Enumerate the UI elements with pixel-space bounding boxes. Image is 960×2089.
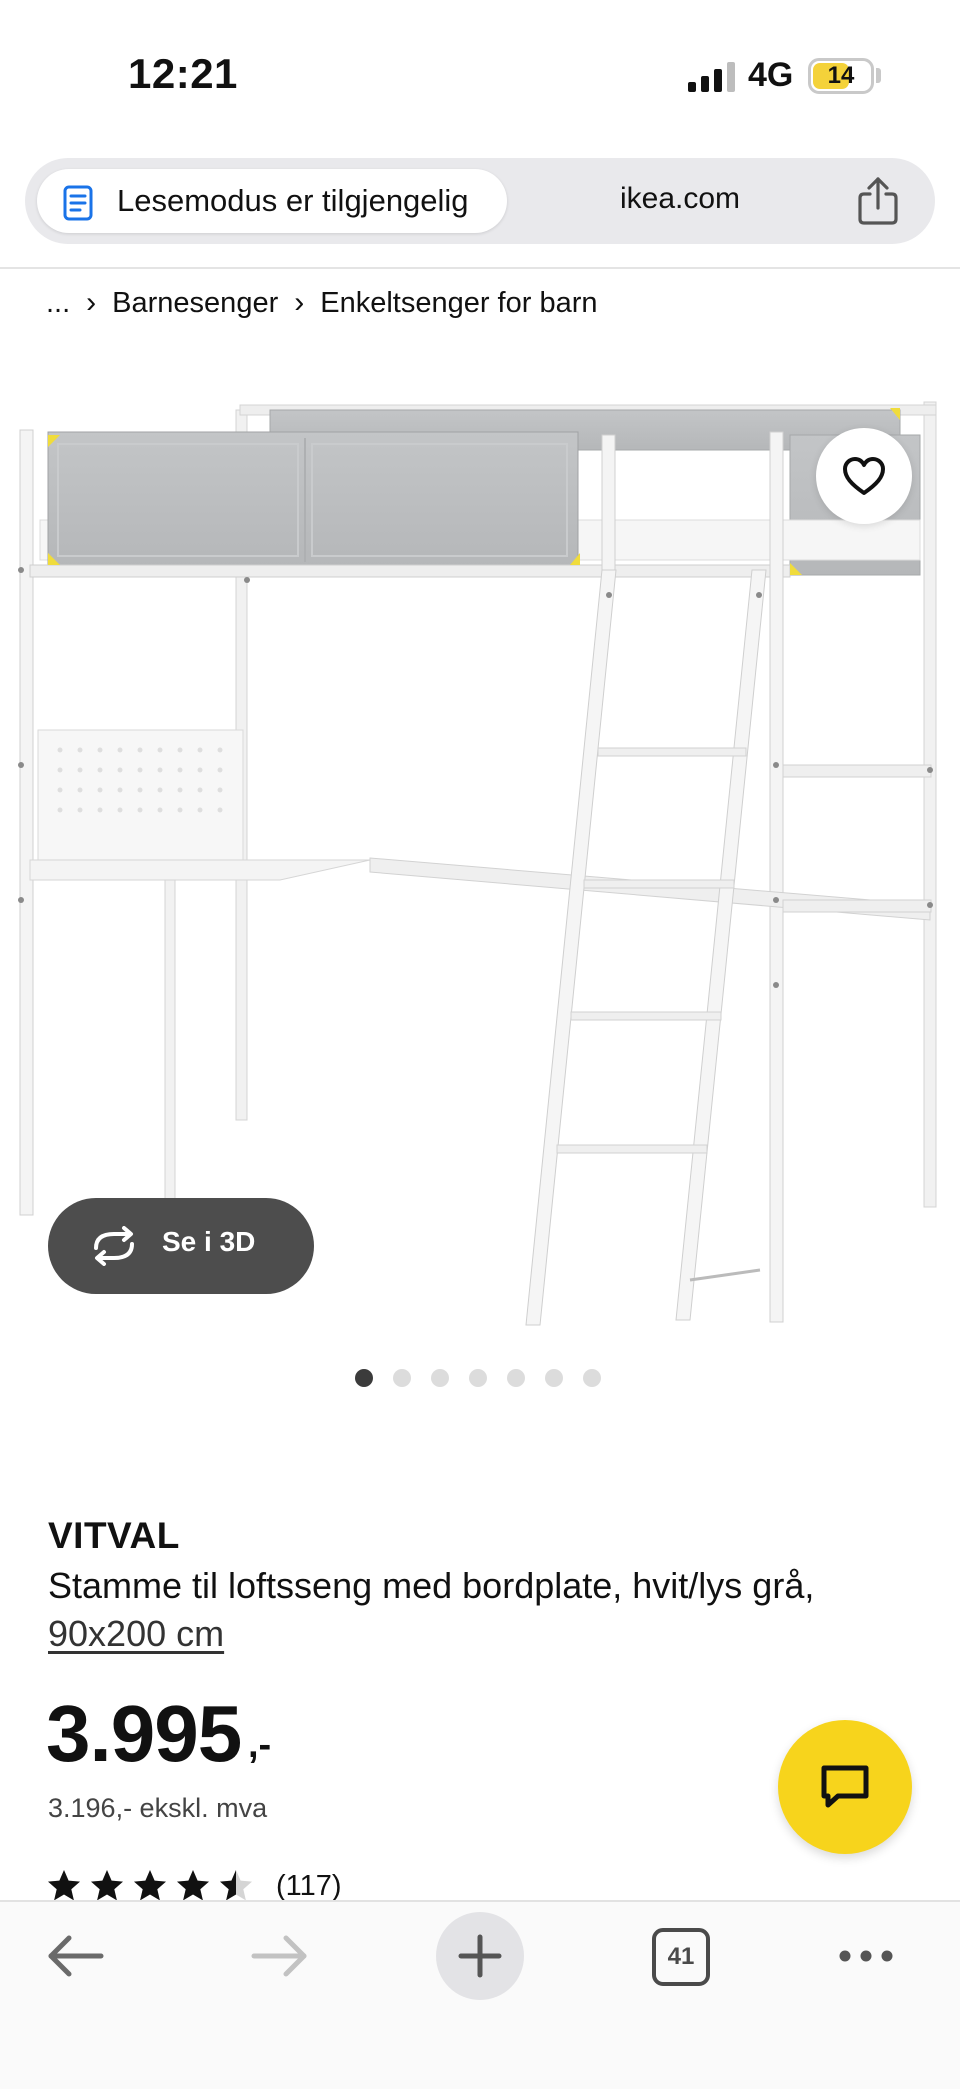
url-domain[interactable]: ikea.com [620,182,740,216]
rating-stars [46,1868,254,1904]
product-brand: VITVAL [48,1515,180,1556]
product-size-link[interactable]: 90x200 cm [48,1613,224,1654]
status-bar: 12:21 4G 14 [0,0,960,150]
star-icon [220,1870,252,1901]
breadcrumb: ... › Barnesenger › Enkeltsenger for bar… [46,283,598,323]
view-in-3d-label: Se i 3D [162,1226,256,1257]
image-carousel-indicator[interactable] [355,1369,601,1387]
product-image-loft-bed[interactable] [0,380,960,1340]
carousel-dot[interactable] [393,1369,411,1387]
chevron-right-icon: › [86,286,97,319]
chat-button[interactable] [778,1720,912,1854]
forward-button[interactable] [245,1928,315,1984]
product-rating[interactable]: (117) [46,1868,342,1904]
new-tab-button[interactable] [436,1912,524,2000]
review-count[interactable]: (117) [276,1870,342,1903]
clock: 12:21 [128,50,238,97]
star-icon [134,1870,166,1901]
view-in-3d-button[interactable]: Se i 3D [48,1198,314,1294]
battery-icon: 14 [808,58,874,94]
document-icon [63,185,93,221]
more-menu-button[interactable] [836,1928,896,1984]
reader-mode-label: Lesemodus er tilgjengelig [117,183,469,218]
tab-switcher-button[interactable]: 41 [652,1928,710,1986]
network-type: 4G [748,56,794,94]
rotate-3d-icon [94,1226,134,1266]
carousel-dot[interactable] [507,1369,525,1387]
star-icon [91,1870,123,1901]
more-dots-icon [839,1950,893,1962]
cellular-signal-icon [688,62,735,92]
address-bar[interactable]: Lesemodus er tilgjengelig ikea.com [25,158,935,244]
browser-toolbar: 41 [0,1900,960,2089]
carousel-dot[interactable] [469,1369,487,1387]
carousel-dot[interactable] [583,1369,601,1387]
breadcrumb-barnesenger[interactable]: Barnesenger [112,287,278,320]
product-price: 3.995 [46,1689,242,1778]
arrow-left-icon [48,1935,104,1977]
share-icon[interactable] [855,176,901,226]
price-suffix: ,- [248,1724,272,1766]
back-button[interactable] [40,1928,110,1984]
arrow-right-icon [251,1935,307,1977]
carousel-dot[interactable] [545,1369,563,1387]
carousel-dot[interactable] [431,1369,449,1387]
add-to-favorites-button[interactable] [816,428,912,524]
battery-percent: 14 [827,62,855,89]
star-icon [48,1870,80,1901]
product-description: Stamme til loftsseng med bordplate, hvit… [48,1562,888,1658]
star-icon [177,1870,209,1901]
price-excluding-vat: 3.196,- ekskl. mva [48,1793,268,1823]
header-divider [0,267,960,269]
chevron-right-icon: › [294,286,305,319]
reader-mode-button[interactable]: Lesemodus er tilgjengelig [37,169,507,233]
breadcrumb-enkeltsenger[interactable]: Enkeltsenger for barn [320,287,597,320]
product-description-text: Stamme til loftsseng med bordplate, hvit… [48,1565,815,1606]
plus-icon [458,1934,502,1978]
breadcrumb-ellipsis[interactable]: ... [46,287,70,320]
heart-icon [843,457,885,495]
battery-tip [876,68,881,83]
carousel-dot[interactable] [355,1369,373,1387]
chat-bubble-icon [821,1765,869,1808]
